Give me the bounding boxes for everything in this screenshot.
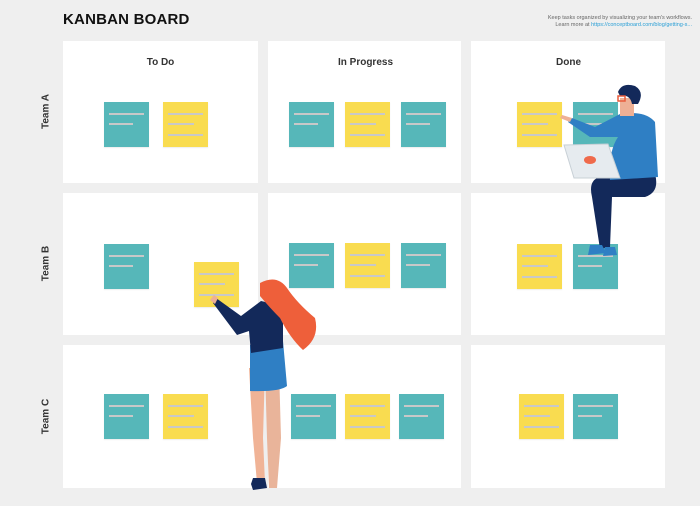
note-text-line (168, 113, 203, 115)
note-text-line (522, 276, 557, 278)
sticky-note-yellow[interactable] (345, 102, 390, 147)
note-text-line (294, 264, 318, 266)
row-label: Team B (40, 245, 52, 282)
note-text-line (406, 254, 441, 256)
note-text-line (404, 415, 428, 417)
sticky-note-yellow[interactable] (519, 394, 564, 439)
man-with-laptop-illustration (560, 84, 658, 256)
note-text-line (109, 415, 133, 417)
sticky-note-teal[interactable] (104, 244, 149, 289)
sticky-note-teal[interactable] (401, 243, 446, 288)
note-text-line (524, 415, 550, 417)
note-text-line (406, 264, 430, 266)
note-text-line (350, 254, 385, 256)
note-text-line (350, 134, 385, 136)
note-text-line (522, 123, 548, 125)
note-text-line (109, 113, 144, 115)
column-header: To Do (146, 57, 175, 68)
sticky-note-teal[interactable] (104, 102, 149, 147)
note-text-line (109, 255, 144, 257)
note-text-line (168, 134, 203, 136)
note-text-line (350, 113, 385, 115)
sticky-note-yellow[interactable] (345, 394, 390, 439)
note-text-line (109, 405, 144, 407)
sticky-note-teal[interactable] (401, 102, 446, 147)
note-text-line (406, 113, 441, 115)
note-text-line (350, 264, 376, 266)
note-text-line (524, 426, 559, 428)
note-text-line (350, 405, 385, 407)
note-text-line (168, 415, 194, 417)
column-header: In Progress (337, 57, 394, 68)
sticky-note-yellow[interactable] (163, 102, 208, 147)
note-text-line (109, 265, 133, 267)
row-label: Team C (40, 398, 52, 434)
note-text-line (350, 275, 385, 277)
sticky-note-yellow[interactable] (163, 394, 208, 439)
note-text-line (578, 405, 613, 407)
note-text-line (578, 265, 602, 267)
sticky-note-teal[interactable] (399, 394, 444, 439)
sticky-note-teal[interactable] (573, 394, 618, 439)
note-text-line (406, 123, 430, 125)
note-text-line (578, 415, 602, 417)
column-header: Done (556, 57, 581, 68)
note-text-line (199, 273, 234, 275)
sticky-note-yellow[interactable] (345, 243, 390, 288)
note-text-line (522, 265, 548, 267)
note-text-line (294, 123, 318, 125)
description: Keep tasks organized by visualizing your… (547, 15, 692, 28)
note-text-line (524, 405, 559, 407)
sticky-note-teal[interactable] (289, 102, 334, 147)
note-text-line (404, 405, 439, 407)
note-text-line (109, 123, 133, 125)
board-cell (471, 345, 665, 488)
learn-more-link[interactable]: https://conceptboard.com/blog/getting-s.… (591, 22, 692, 28)
note-text-line (168, 405, 203, 407)
note-text-line (350, 415, 376, 417)
note-text-line (350, 426, 385, 428)
note-text-line (350, 123, 376, 125)
note-text-line (294, 254, 329, 256)
sticky-note-teal[interactable] (104, 394, 149, 439)
note-text-line (168, 426, 203, 428)
note-text-line (168, 123, 194, 125)
note-text-line (294, 113, 329, 115)
row-label: Team A (40, 94, 52, 130)
page-title: KANBAN BOARD (63, 11, 190, 28)
woman-placing-note-illustration (210, 279, 317, 490)
